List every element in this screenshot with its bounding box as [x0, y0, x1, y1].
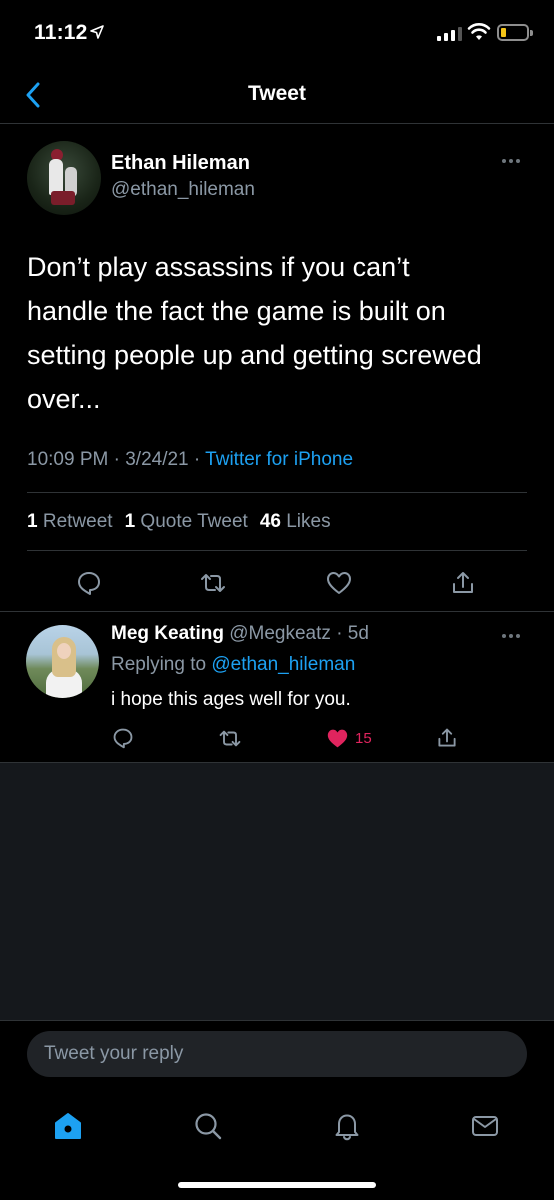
- search-icon: [195, 1113, 222, 1140]
- reply-share-button[interactable]: [436, 723, 458, 753]
- likes-stat[interactable]: 46 Likes: [260, 511, 331, 533]
- reply-like-button[interactable]: 15: [326, 723, 372, 753]
- reply-author-handle[interactable]: @Megkeatz: [229, 623, 331, 644]
- reply-input[interactable]: [27, 1031, 527, 1077]
- nav-header: Tweet: [0, 64, 554, 124]
- share-icon: [453, 572, 473, 593]
- author-avatar[interactable]: [27, 141, 101, 215]
- author-handle[interactable]: @ethan_hileman: [111, 179, 255, 201]
- cellular-signal-icon: [437, 27, 462, 41]
- tweet-timestamp: 10:09 PM · 3/24/21 · Twitter for iPhone: [27, 449, 354, 470]
- reply-icon: [113, 728, 133, 749]
- reply-header: Meg Keating @Megkeatz · 5d: [111, 623, 369, 644]
- battery-icon: [497, 24, 533, 41]
- heart-filled-icon: [327, 729, 348, 747]
- bell-icon: [335, 1114, 359, 1141]
- empty-area: [0, 763, 554, 1020]
- tab-messages[interactable]: [463, 1104, 507, 1148]
- tweet-source-link[interactable]: Twitter for iPhone: [205, 449, 353, 470]
- home-indicator[interactable]: [178, 1182, 376, 1188]
- status-bar: 11:12: [0, 0, 554, 64]
- reply-text: i hope this ages well for you.: [111, 689, 351, 710]
- reply-more-options-icon[interactable]: [502, 634, 520, 638]
- tweet-stats: 1 Retweet 1 Quote Tweet 46 Likes: [27, 511, 331, 533]
- quote-tweets-stat[interactable]: 1 Quote Tweet: [125, 511, 248, 533]
- reply-like-count: 15: [355, 729, 372, 747]
- replying-to: Replying to @ethan_hileman: [111, 654, 356, 675]
- home-icon: [55, 1113, 81, 1139]
- reply-tweet[interactable]: Meg Keating @Megkeatz · 5d Replying to @…: [0, 612, 554, 762]
- tweet-actions: [0, 565, 554, 601]
- compose-bar: [0, 1020, 554, 1092]
- tab-bar: [0, 1092, 554, 1200]
- share-icon: [438, 728, 456, 747]
- divider: [27, 550, 527, 551]
- tab-notifications[interactable]: [325, 1104, 369, 1148]
- wifi-icon: [467, 23, 491, 40]
- status-time: 11:12: [34, 21, 88, 44]
- tweet-date: 3/24/21: [125, 449, 189, 470]
- like-button[interactable]: [321, 565, 357, 601]
- share-button[interactable]: [445, 565, 481, 601]
- heart-icon: [327, 572, 351, 594]
- tab-home[interactable]: [46, 1104, 90, 1148]
- tweet-text: Don’t play assassins if you can’t handle…: [27, 252, 482, 414]
- reply-age: 5d: [347, 623, 369, 644]
- divider: [27, 492, 527, 493]
- retweets-stat[interactable]: 1 Retweet: [27, 511, 113, 533]
- reply-button[interactable]: [71, 565, 107, 601]
- location-arrow-icon: [90, 25, 104, 39]
- replying-to-mention[interactable]: @ethan_hileman: [211, 654, 355, 675]
- reply-icon: [78, 572, 100, 595]
- reply-actions: 15: [0, 723, 554, 753]
- retweet-icon: [201, 574, 225, 592]
- mail-icon: [472, 1116, 498, 1136]
- reply-reply-button[interactable]: [112, 723, 134, 753]
- retweet-icon: [219, 730, 241, 746]
- retweet-button[interactable]: [195, 565, 231, 601]
- reply-author-name[interactable]: Meg Keating: [111, 623, 224, 644]
- reply-avatar[interactable]: [26, 625, 99, 698]
- page-title: Tweet: [248, 82, 306, 105]
- more-options-icon[interactable]: [502, 159, 520, 163]
- tweet-time: 10:09 PM: [27, 449, 109, 470]
- reply-retweet-button[interactable]: [218, 723, 242, 753]
- author-name[interactable]: Ethan Hileman: [111, 152, 250, 175]
- tab-search[interactable]: [186, 1104, 230, 1148]
